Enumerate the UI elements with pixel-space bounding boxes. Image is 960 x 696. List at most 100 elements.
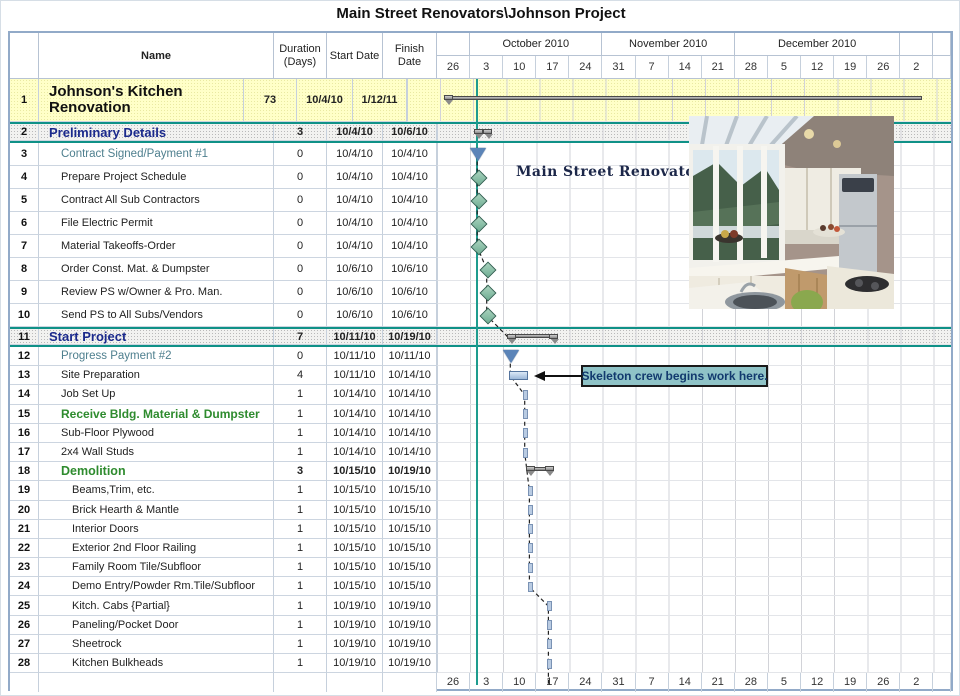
task-name-cell[interactable]: Kitch. Cabs {Partial} <box>39 596 274 615</box>
finish-date-cell[interactable]: 10/19/10 <box>383 616 437 635</box>
task-bar-small[interactable] <box>528 582 533 592</box>
row-number-cell[interactable]: 11 <box>10 329 39 345</box>
task-bar-small[interactable] <box>523 448 528 458</box>
row-number-cell[interactable]: 28 <box>10 654 39 673</box>
finish-date-cell[interactable]: 10/14/10 <box>383 385 437 404</box>
duration-cell[interactable]: 1 <box>274 520 327 539</box>
duration-cell[interactable]: 0 <box>274 258 327 281</box>
task-bar-small[interactable] <box>528 486 533 496</box>
task-row[interactable]: 20Brick Hearth & Mantle110/15/1010/15/10 <box>10 501 951 520</box>
finish-date-cell[interactable]: 10/19/10 <box>383 596 437 615</box>
milestone-diamond-icon[interactable] <box>480 261 497 278</box>
row-number-cell[interactable]: 15 <box>10 405 39 424</box>
task-bar-small[interactable] <box>528 563 533 573</box>
task-bar-small[interactable] <box>547 620 552 630</box>
row-number-cell[interactable]: 19 <box>10 481 39 500</box>
start-date-cell[interactable]: 10/15/10 <box>327 481 383 500</box>
duration-cell[interactable]: 1 <box>274 558 327 577</box>
task-row[interactable]: 24Demo Entry/Powder Rm.Tile/Subfloor110/… <box>10 577 951 596</box>
task-name-cell[interactable]: Demolition <box>39 462 274 481</box>
duration-cell[interactable]: 1 <box>274 539 327 558</box>
row-number-cell[interactable]: 1 <box>10 79 39 122</box>
task-row[interactable]: 19Beams,Trim, etc.110/15/1010/15/10 <box>10 481 951 500</box>
task-name-cell[interactable]: Brick Hearth & Mantle <box>39 501 274 520</box>
task-row[interactable]: 18Demolition310/15/1010/19/10 <box>10 462 951 481</box>
milestone-diamond-icon[interactable] <box>480 307 497 324</box>
milestone-diamond-icon[interactable] <box>470 238 487 255</box>
task-name-cell[interactable]: File Electric Permit <box>39 212 274 235</box>
duration-cell[interactable]: 3 <box>274 462 327 481</box>
finish-date-cell[interactable]: 10/15/10 <box>383 577 437 596</box>
finish-date-cell[interactable]: 1/12/11 <box>353 79 407 122</box>
duration-cell[interactable]: 0 <box>274 235 327 258</box>
duration-cell[interactable]: 1 <box>274 424 327 443</box>
task-row[interactable]: 11Start Project710/11/1010/19/10 <box>10 327 951 347</box>
task-name-cell[interactable]: Preliminary Details <box>39 124 274 141</box>
row-number-cell[interactable]: 16 <box>10 424 39 443</box>
row-number-cell[interactable]: 24 <box>10 577 39 596</box>
start-date-cell[interactable]: 10/4/10 <box>327 143 383 166</box>
row-number-cell[interactable]: 4 <box>10 166 39 189</box>
task-name-cell[interactable]: Paneling/Pocket Door <box>39 616 274 635</box>
row-number-cell[interactable]: 2 <box>10 124 39 141</box>
row-number-cell[interactable]: 8 <box>10 258 39 281</box>
task-bar-small[interactable] <box>547 639 552 649</box>
finish-date-cell[interactable]: 10/4/10 <box>383 166 437 189</box>
duration-cell[interactable]: 0 <box>274 212 327 235</box>
duration-cell[interactable]: 0 <box>274 347 327 366</box>
task-name-cell[interactable]: Review PS w/Owner & Pro. Man. <box>39 281 274 304</box>
task-name-cell[interactable]: Send PS to All Subs/Vendors <box>39 304 274 327</box>
task-row[interactable]: 15Receive Bldg. Material & Dumpster110/1… <box>10 405 951 424</box>
finish-date-cell[interactable]: 10/14/10 <box>383 366 437 385</box>
task-row[interactable]: 25Kitch. Cabs {Partial}110/19/1010/19/10 <box>10 596 951 615</box>
row-number-cell[interactable]: 23 <box>10 558 39 577</box>
row-number-cell[interactable]: 7 <box>10 235 39 258</box>
duration-cell[interactable]: 0 <box>274 304 327 327</box>
duration-cell[interactable]: 1 <box>274 405 327 424</box>
finish-date-cell[interactable]: 10/19/10 <box>383 462 437 481</box>
duration-cell[interactable]: 0 <box>274 166 327 189</box>
finish-date-cell[interactable]: 10/4/10 <box>383 143 437 166</box>
start-date-cell[interactable]: 10/19/10 <box>327 616 383 635</box>
finish-date-cell[interactable]: 10/15/10 <box>383 520 437 539</box>
row-number-cell[interactable]: 6 <box>10 212 39 235</box>
task-name-cell[interactable]: Johnson's Kitchen Renovation <box>39 79 244 122</box>
duration-cell[interactable]: 0 <box>274 143 327 166</box>
task-bar-small[interactable] <box>547 601 552 611</box>
start-date-cell[interactable]: 10/4/10 <box>297 79 353 122</box>
start-date-cell[interactable]: 10/14/10 <box>327 424 383 443</box>
finish-date-cell[interactable]: 10/14/10 <box>383 424 437 443</box>
task-name-cell[interactable]: Start Project <box>39 329 274 345</box>
duration-cell[interactable]: 1 <box>274 443 327 462</box>
task-name-cell[interactable]: Receive Bldg. Material & Dumpster <box>39 405 274 424</box>
start-date-cell[interactable]: 10/15/10 <box>327 462 383 481</box>
start-date-cell[interactable]: 10/11/10 <box>327 347 383 366</box>
task-name-cell[interactable]: Order Const. Mat. & Dumpster <box>39 258 274 281</box>
task-name-cell[interactable]: Sheetrock <box>39 635 274 654</box>
task-bar-small[interactable] <box>547 659 552 669</box>
duration-cell[interactable]: 1 <box>274 616 327 635</box>
finish-date-cell[interactable]: 10/15/10 <box>383 481 437 500</box>
start-date-column-header[interactable]: Start Date <box>327 33 383 79</box>
start-date-cell[interactable]: 10/4/10 <box>327 124 383 141</box>
duration-cell[interactable]: 3 <box>274 124 327 141</box>
task-row[interactable]: 21Interior Doors110/15/1010/15/10 <box>10 520 951 539</box>
finish-date-cell[interactable]: 10/15/10 <box>383 501 437 520</box>
start-date-cell[interactable]: 10/15/10 <box>327 539 383 558</box>
row-number-cell[interactable]: 13 <box>10 366 39 385</box>
start-date-cell[interactable]: 10/11/10 <box>327 366 383 385</box>
row-number-cell[interactable]: 9 <box>10 281 39 304</box>
start-date-cell[interactable]: 10/4/10 <box>327 189 383 212</box>
task-name-cell[interactable]: Sub-Floor Plywood <box>39 424 274 443</box>
task-row[interactable]: 27Sheetrock110/19/1010/19/10 <box>10 635 951 654</box>
task-name-cell[interactable]: Family Room Tile/Subfloor <box>39 558 274 577</box>
task-name-cell[interactable]: Interior Doors <box>39 520 274 539</box>
task-bar-small[interactable] <box>523 409 528 419</box>
duration-cell[interactable]: 1 <box>274 577 327 596</box>
task-name-cell[interactable]: Contract Signed/Payment #1 <box>39 143 274 166</box>
task-bar-small[interactable] <box>528 505 533 515</box>
finish-date-cell[interactable]: 10/15/10 <box>383 558 437 577</box>
start-date-cell[interactable]: 10/4/10 <box>327 166 383 189</box>
task-bar-small[interactable] <box>528 524 533 534</box>
start-date-cell[interactable]: 10/4/10 <box>327 235 383 258</box>
